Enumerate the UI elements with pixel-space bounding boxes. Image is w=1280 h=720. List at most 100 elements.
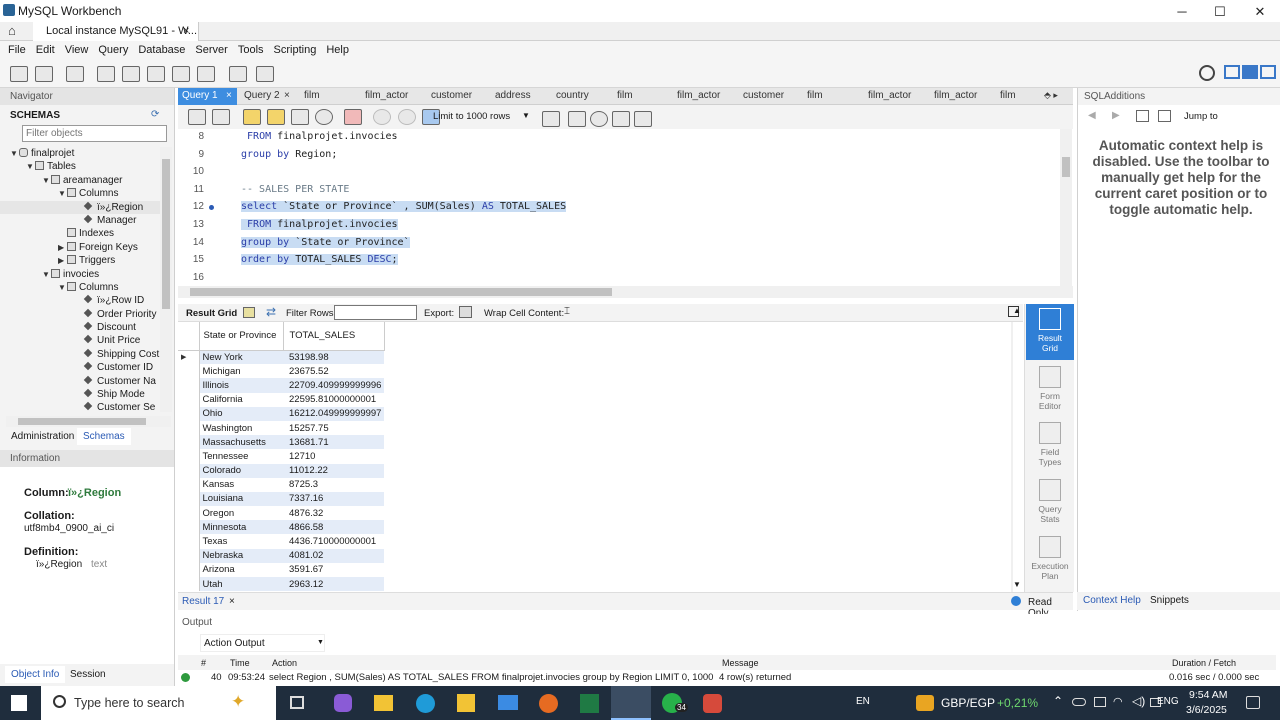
filter-rows-input[interactable] [334, 305, 417, 320]
cell-total-sales[interactable]: 22595.81000000001 [283, 393, 384, 407]
table-row[interactable]: Minnesota 4866.58 [178, 520, 384, 535]
tab-film-actor[interactable]: film_actor [677, 90, 720, 101]
cell-total-sales[interactable]: 16212.049999999997 [283, 406, 384, 421]
show-hidden-icons-icon[interactable]: ⌃ [1053, 694, 1063, 708]
toggle-output-icon[interactable] [1242, 65, 1258, 79]
edge-icon[interactable] [416, 694, 435, 713]
maximize-button[interactable]: ☐ [1200, 2, 1240, 22]
code-line[interactable]: group by `State or Province` [241, 236, 410, 248]
row-gutter[interactable] [178, 577, 200, 592]
column-header-total-sales[interactable]: TOTAL_SALES [283, 322, 385, 351]
cell-total-sales[interactable]: 4876.32 [283, 506, 384, 520]
tree-node[interactable]: ▼ Columns [0, 187, 160, 200]
toggle-error-stop-icon[interactable] [344, 109, 363, 125]
search-icon[interactable] [590, 111, 608, 127]
expand-down-icon[interactable]: ▼ [58, 281, 67, 294]
table-row[interactable]: Illinois 22709.409999999996 [178, 378, 384, 393]
menu-scripting[interactable]: Scripting [269, 41, 322, 56]
menu-query[interactable]: Query [93, 41, 133, 56]
tab-result-17[interactable]: Result 17 [182, 596, 224, 607]
limit-rows-select[interactable]: Limit to 1000 rows ▼ [430, 109, 534, 125]
copilot-icon[interactable] [334, 694, 352, 712]
table-row[interactable]: Utah 2963.12 [178, 577, 384, 592]
expand-down-icon[interactable]: ▼ [26, 160, 35, 173]
table-row[interactable]: Colorado 11012.22 [178, 463, 384, 478]
app-icon[interactable] [703, 694, 722, 713]
tree-node[interactable]: ▼ invocies [0, 268, 160, 281]
cell-total-sales[interactable]: 3591.67 [283, 563, 384, 577]
output-row[interactable]: 40 09:53:24 select Region , SUM(Sales) A… [178, 670, 1276, 685]
cell-state[interactable]: Washington [199, 421, 283, 435]
tree-node[interactable]: ï»¿Region [0, 200, 160, 214]
tree-node[interactable]: ▼ areamanager [0, 174, 160, 187]
excel-icon[interactable] [580, 694, 599, 713]
tab-snippets[interactable]: Snippets [1150, 595, 1189, 606]
create-function-icon[interactable] [197, 66, 216, 82]
display-icon[interactable] [1094, 697, 1106, 707]
code-line[interactable]: -- SALES PER STATE [241, 184, 349, 195]
table-row[interactable]: Louisiana 7337.16 [178, 491, 384, 507]
cell-total-sales[interactable]: 22709.409999999996 [283, 378, 384, 393]
task-view-icon[interactable] [290, 696, 304, 709]
cell-state[interactable]: Ohio [199, 406, 283, 421]
tab-object-info[interactable]: Object Info [5, 666, 66, 683]
cell-total-sales[interactable]: 7337.16 [283, 491, 384, 507]
commit-icon[interactable] [373, 109, 392, 125]
onedrive-icon[interactable] [1072, 698, 1086, 706]
row-gutter[interactable] [178, 562, 200, 577]
expand-right-icon[interactable]: ▶ [58, 254, 67, 267]
expand-down-icon[interactable]: ▼ [42, 174, 51, 187]
cell-total-sales[interactable]: 15257.75 [283, 421, 384, 435]
menu-server[interactable]: Server [190, 41, 232, 56]
tab-film[interactable]: film [617, 90, 633, 101]
close-tab-icon[interactable]: × [229, 596, 235, 607]
export-icon[interactable] [459, 306, 472, 318]
cell-state[interactable]: Arizona [199, 563, 283, 577]
cell-total-sales[interactable]: 12710 [283, 449, 384, 463]
menu-tools[interactable]: Tools [233, 41, 269, 56]
tree-node[interactable]: ▼ finalprojet [0, 147, 160, 160]
code-line[interactable]: order by TOTAL_SALES DESC; [241, 254, 398, 266]
cell-state[interactable]: New York [199, 350, 283, 365]
table-row[interactable]: Ohio 16212.049999999997 [178, 406, 384, 421]
expand-down-icon[interactable]: ▼ [58, 187, 67, 200]
row-gutter[interactable] [178, 548, 200, 563]
sql-editor[interactable]: 8 FROM finalprojet.invocies 9 group by Reg… [178, 129, 1073, 286]
execution-plan-button[interactable]: Execution Plan [1026, 536, 1074, 581]
open-file-icon[interactable] [188, 109, 206, 125]
save-icon[interactable] [212, 109, 231, 125]
inspector-icon[interactable] [66, 66, 85, 82]
store-icon[interactable] [457, 694, 475, 712]
close-tab-icon[interactable]: × [183, 25, 189, 37]
filter-objects-input[interactable] [22, 125, 167, 142]
create-view-icon[interactable] [147, 66, 166, 82]
execute-icon[interactable] [243, 109, 262, 125]
cell-total-sales[interactable]: 53198.98 [283, 350, 384, 365]
refresh-icon[interactable]: ⇄ [266, 305, 276, 319]
find-icon[interactable] [568, 111, 586, 127]
cell-state[interactable]: California [199, 393, 283, 407]
field-types-button[interactable]: Field Types [1026, 422, 1074, 467]
auto-help-icon[interactable] [1158, 110, 1171, 122]
grid-scroll-up-icon[interactable]: ▲ [1013, 306, 1021, 315]
back-arrow-icon[interactable]: ◀ [1088, 110, 1096, 121]
tab-context-help[interactable]: Context Help [1083, 595, 1141, 606]
cell-total-sales[interactable]: 13681.71 [283, 435, 384, 450]
table-row[interactable]: Michigan 23675.52 [178, 364, 384, 379]
tree-node[interactable]: ▼ Tables [0, 160, 160, 173]
grid-scroll-down-icon[interactable]: ▼ [1013, 580, 1021, 589]
menu-file[interactable]: File [3, 41, 31, 56]
tab-query-2[interactable]: Query 2 [244, 90, 280, 101]
tab-film[interactable]: film [807, 90, 823, 101]
tab-scroll-icon[interactable]: ⬘ ▸ [1044, 90, 1058, 101]
wifi-icon[interactable]: ◠ [1113, 695, 1123, 708]
table-row[interactable]: Texas 4436.710000000001 [178, 534, 384, 549]
row-gutter[interactable] [178, 477, 200, 492]
invisible-chars-icon[interactable] [612, 111, 630, 127]
tree-node[interactable]: Order Priority [0, 308, 160, 321]
tab-film-actor[interactable]: film_actor [934, 90, 977, 101]
tree-node[interactable]: Indexes [0, 227, 160, 240]
tab-query-1[interactable]: Query 1 × [178, 88, 237, 105]
tree-node[interactable]: Discount [0, 321, 160, 334]
keyboard-language[interactable]: ENG [1157, 696, 1179, 707]
